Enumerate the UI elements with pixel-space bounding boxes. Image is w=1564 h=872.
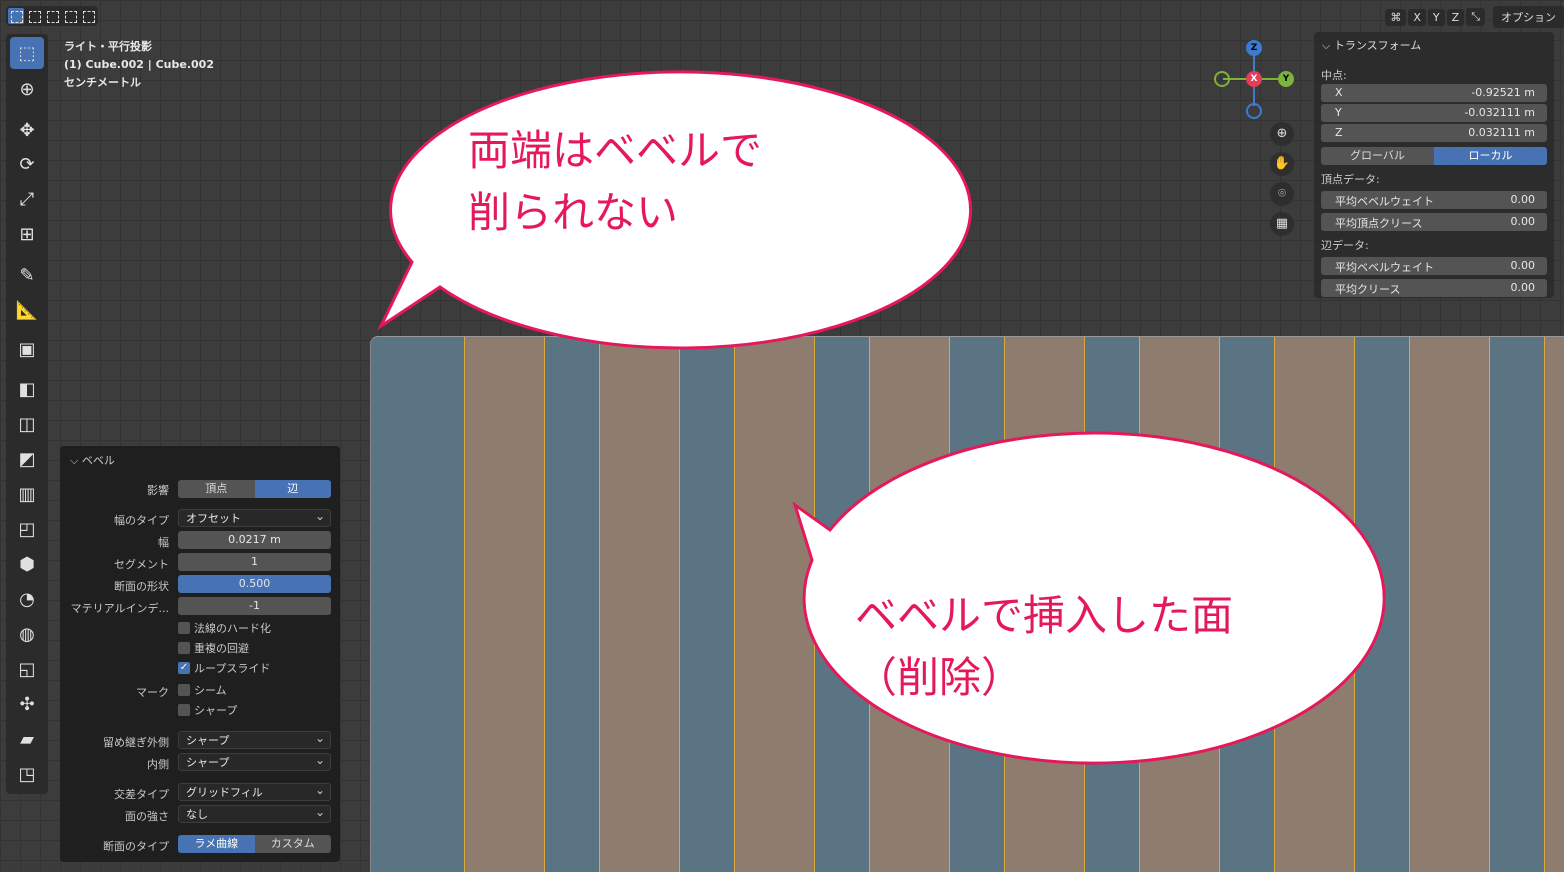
callout-shapes: [377, 70, 1386, 765]
callout-inserted-faces: ベベルで挿入した面 （削除）: [855, 591, 1234, 702]
callout-bevel-ends: 両端はベベルで 削られない: [468, 126, 763, 237]
